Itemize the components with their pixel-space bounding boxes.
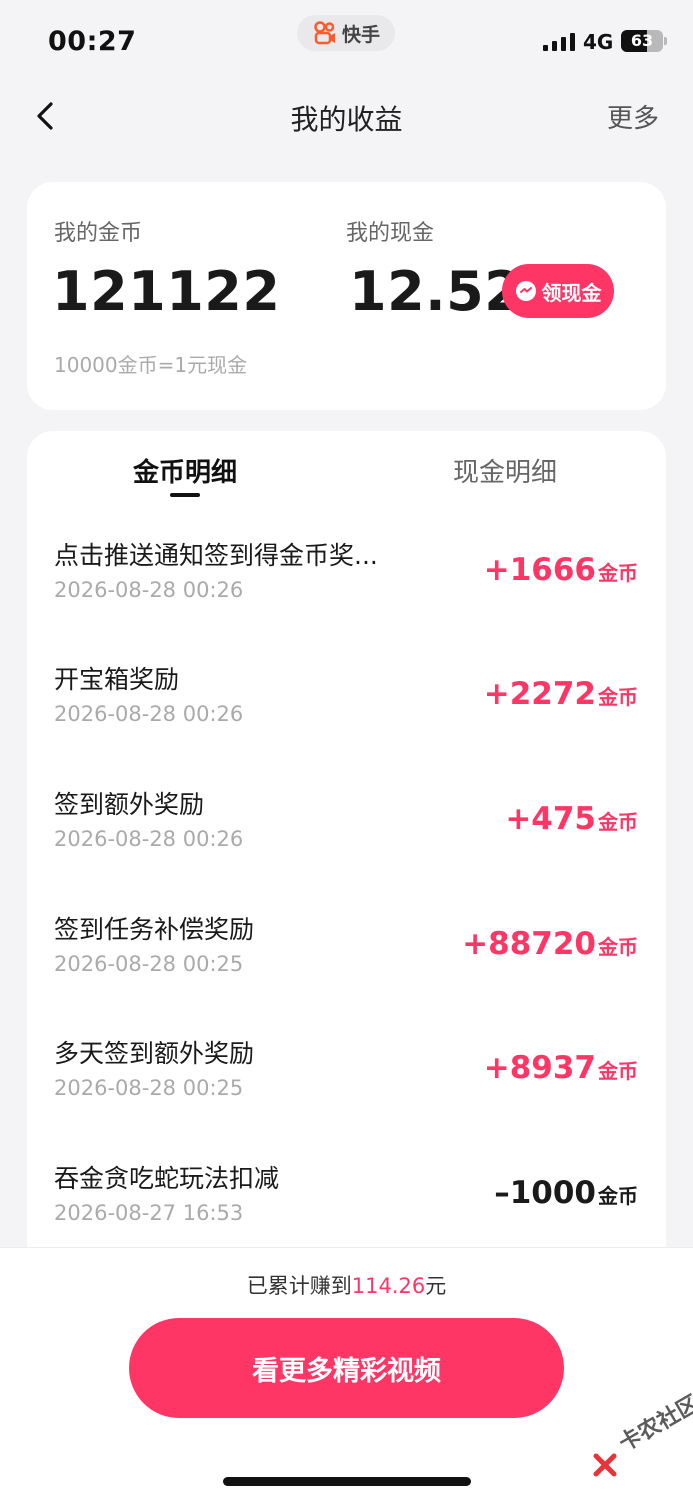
record-amount: +88720 金币 (462, 926, 638, 962)
list-item[interactable]: 开宝箱奖励 2026-08-28 00:26 +2272 金币 (27, 660, 666, 785)
record-date: 2026-08-28 00:26 (54, 578, 244, 602)
record-amount: +475 金币 (505, 801, 638, 837)
app-indicator-pill[interactable]: 快手 (297, 15, 395, 51)
record-date: 2026-08-28 00:26 (54, 827, 244, 851)
record-amount-unit: 金币 (598, 561, 638, 585)
withdraw-label: 领现金 (541, 280, 602, 305)
record-amount-value: +8937 (483, 1050, 596, 1086)
list-item[interactable]: 签到任务补偿奖励 2026-08-28 00:25 +88720 金币 (27, 910, 666, 1035)
record-date: 2026-08-28 00:26 (54, 702, 244, 726)
record-amount: +1666 金币 (484, 552, 638, 588)
cash-label: 我的现金 (346, 221, 435, 246)
detail-list-card: 金币明细 现金明细 点击推送通知签到得金币奖... 2026-08-28 00:… (27, 431, 666, 1331)
coins-value: 121122 (52, 260, 281, 323)
coins-label: 我的金币 (54, 221, 143, 246)
battery-percent: 63 (630, 31, 654, 50)
total-value: 114.26 (351, 1274, 426, 1298)
page-title: 我的收益 (290, 103, 403, 136)
active-tab-indicator (170, 493, 200, 497)
record-amount-unit: 金币 (598, 1059, 638, 1083)
total-earned-text: 已累计赚到114.26元 (0, 1270, 693, 1300)
watermark-logo-icon (593, 1453, 617, 1477)
record-title: 吞金贪吃蛇玩法扣减 (54, 1164, 280, 1193)
cellular-signal-icon (543, 33, 575, 51)
record-date: 2026-08-28 00:25 (54, 952, 244, 976)
nav-bar: 我的收益 更多 (0, 80, 693, 152)
record-amount-value: +2272 (483, 676, 596, 712)
record-amount-value: +1666 (483, 552, 596, 588)
record-amount-unit: 金币 (598, 1184, 638, 1208)
home-indicator[interactable] (223, 1477, 471, 1486)
cta-label: 看更多精彩视频 (252, 1355, 441, 1387)
exchange-rate-text: 10000金币=1元现金 (54, 353, 248, 377)
record-amount: +2272 金币 (484, 676, 638, 712)
record-date: 2026-08-27 16:53 (54, 1201, 244, 1225)
record-title: 开宝箱奖励 (54, 665, 180, 694)
battery-tip (664, 37, 667, 45)
list-item[interactable]: 多天签到额外奖励 2026-08-28 00:25 +8937 金币 (27, 1034, 666, 1159)
tab-coin-detail[interactable]: 金币明细 (133, 452, 237, 489)
record-date: 2026-08-28 00:25 (54, 1076, 244, 1100)
record-amount-value: –1000 (494, 1175, 596, 1211)
tab-cash-detail[interactable]: 现金明细 (453, 452, 557, 489)
watermark: 卡农社区 (590, 1391, 693, 1488)
more-button[interactable]: 更多 (607, 98, 659, 135)
list-item[interactable]: 签到额外奖励 2026-08-28 00:26 +475 金币 (27, 785, 666, 910)
status-bar: 00:27 快手 4G 63 (0, 0, 693, 80)
total-suffix: 元 (425, 1274, 447, 1298)
record-title: 签到额外奖励 (54, 790, 205, 819)
withdraw-cash-button[interactable]: 领现金 (502, 264, 614, 318)
record-amount-value: +475 (505, 801, 596, 837)
record-title: 点击推送通知签到得金币奖... (54, 541, 378, 570)
app-name: 快手 (341, 23, 380, 46)
record-title: 签到任务补偿奖励 (54, 915, 255, 944)
record-amount-value: +88720 (462, 926, 596, 962)
status-time: 00:27 (48, 26, 137, 57)
balance-card: 我的金币 121122 我的现金 12.52 领现金 10000金币=1元现金 (27, 182, 666, 410)
kuaishou-logo-icon (314, 21, 335, 45)
record-amount: –1000 金币 (494, 1175, 638, 1211)
record-amount: +8937 金币 (484, 1050, 638, 1086)
battery-icon: 63 (621, 30, 663, 52)
network-type: 4G (583, 30, 614, 54)
record-amount-unit: 金币 (598, 685, 638, 709)
record-title: 多天签到额外奖励 (54, 1039, 255, 1068)
chat-bubble-icon (515, 281, 536, 301)
watch-more-videos-button[interactable]: 看更多精彩视频 (129, 1318, 564, 1418)
cash-value: 12.52 (349, 260, 523, 323)
record-amount-unit: 金币 (598, 935, 638, 959)
total-prefix: 已累计赚到 (246, 1274, 352, 1298)
list-item[interactable]: 点击推送通知签到得金币奖... 2026-08-28 00:26 +1666 金… (27, 536, 666, 661)
record-amount-unit: 金币 (598, 810, 638, 834)
